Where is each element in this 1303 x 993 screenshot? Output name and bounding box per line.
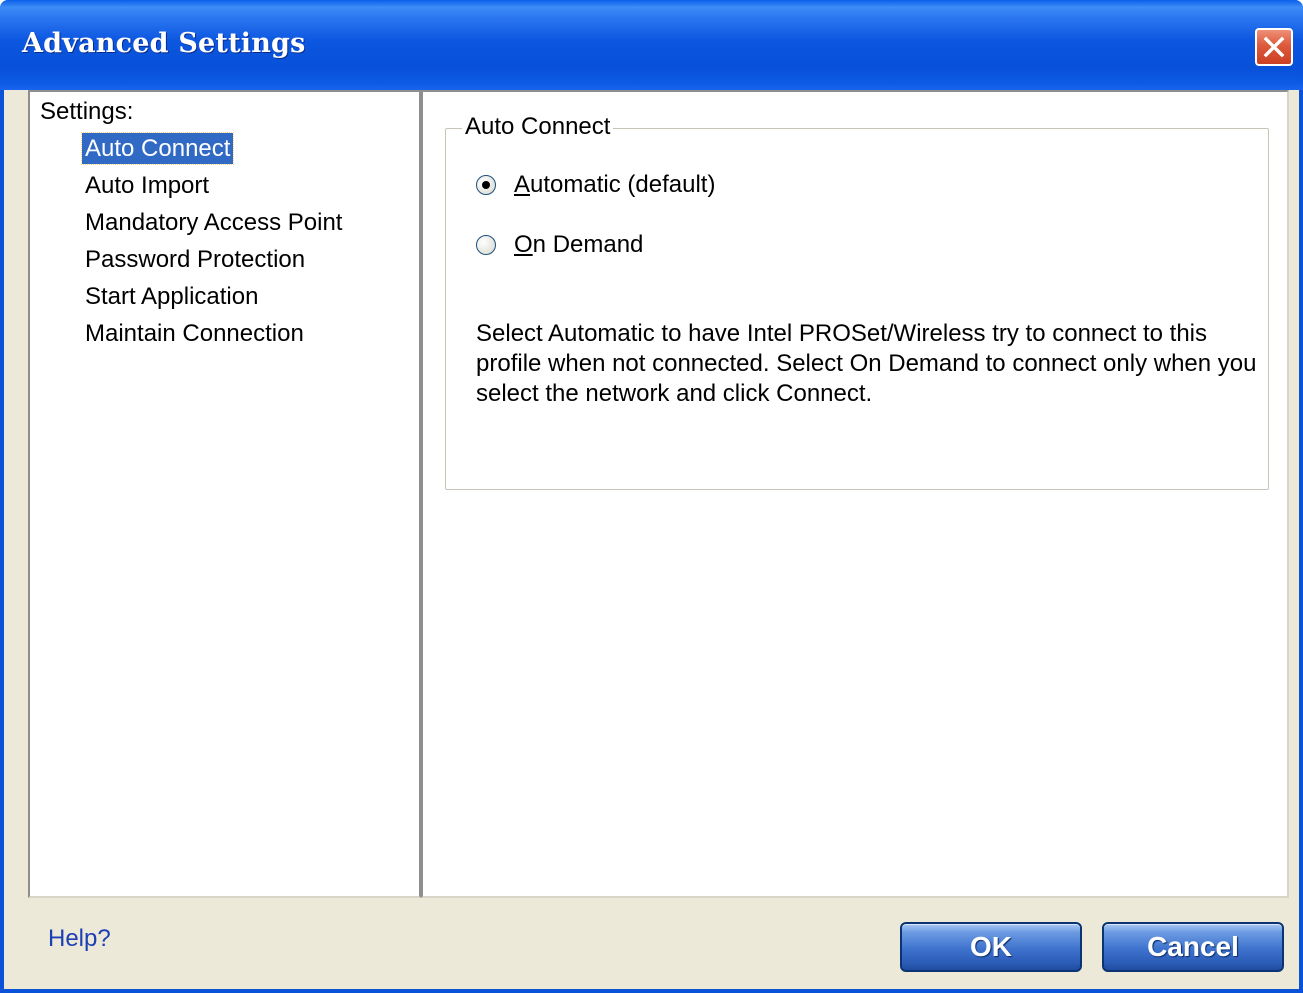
advanced-settings-window: Advanced Settings Settings: Auto Connect… <box>0 0 1303 993</box>
ok-button[interactable]: OK <box>900 922 1082 972</box>
settings-item-auto-connect[interactable]: Auto Connect <box>80 132 235 165</box>
radio-on-demand-label-rest: n Demand <box>532 231 644 258</box>
settings-item-maintain-connection[interactable]: Maintain Connection <box>82 318 307 349</box>
settings-content-panel: Auto Connect Automatic (default) On Dema… <box>421 90 1289 898</box>
help-link[interactable]: Help? <box>48 925 111 953</box>
settings-list: Settings: Auto Connect Auto Import Manda… <box>28 90 421 898</box>
title-bar[interactable]: Advanced Settings <box>0 0 1303 90</box>
radio-automatic-label-rest: utomatic (default) <box>530 171 716 198</box>
settings-list-header: Settings: <box>40 98 134 125</box>
radio-button-unchecked[interactable] <box>476 235 496 255</box>
radio-automatic[interactable]: Automatic (default) <box>476 171 715 199</box>
groupbox-title: Auto Connect <box>462 113 614 141</box>
radio-on-demand-label[interactable]: On Demand <box>514 231 643 259</box>
cancel-button[interactable]: Cancel <box>1102 922 1284 972</box>
dialog-client-area: Settings: Auto Connect Auto Import Manda… <box>4 90 1299 989</box>
auto-connect-description: Select Automatic to have Intel PROSet/Wi… <box>476 320 1257 407</box>
settings-item-start-application[interactable]: Start Application <box>82 281 261 312</box>
settings-item-auto-import[interactable]: Auto Import <box>82 170 212 201</box>
radio-on-demand[interactable]: On Demand <box>476 231 643 259</box>
close-button[interactable] <box>1255 28 1293 66</box>
radio-dot-icon <box>482 181 490 189</box>
settings-item-mandatory-access-point[interactable]: Mandatory Access Point <box>82 207 345 238</box>
auto-connect-groupbox: Auto Connect Automatic (default) On Dema… <box>445 113 1269 490</box>
radio-button-checked[interactable] <box>476 175 496 195</box>
window-title: Advanced Settings <box>22 28 306 59</box>
radio-automatic-accel: A <box>514 171 531 198</box>
radio-automatic-label[interactable]: Automatic (default) <box>514 171 715 199</box>
settings-item-password-protection[interactable]: Password Protection <box>82 244 308 275</box>
radio-on-demand-accel: O <box>514 231 533 258</box>
